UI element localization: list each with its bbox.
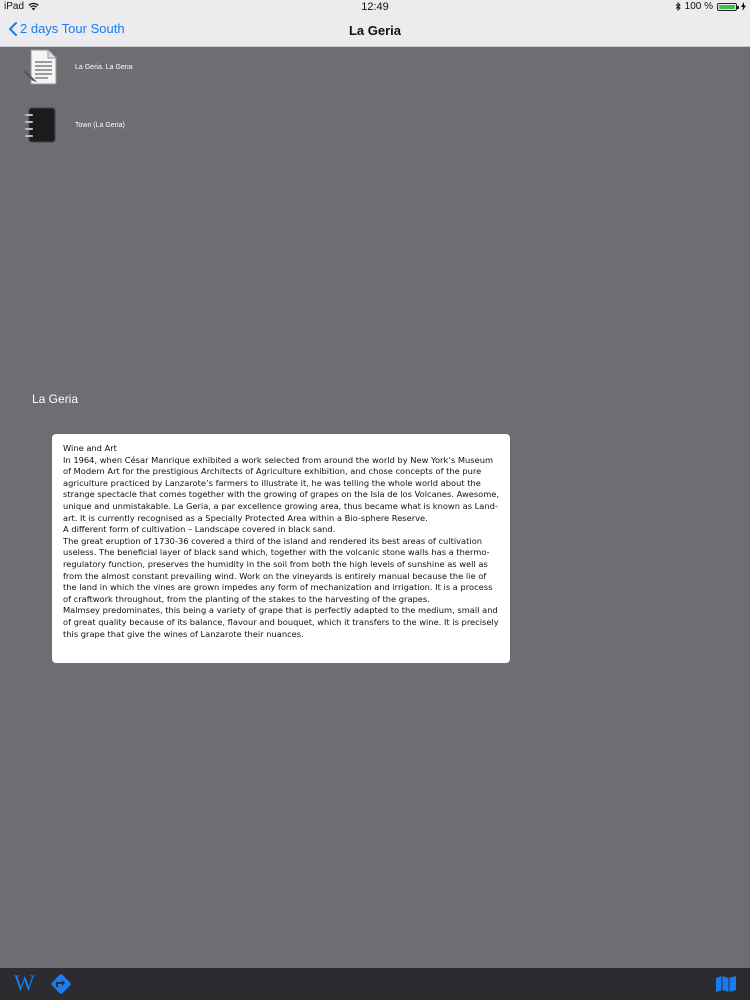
document-icon <box>24 49 57 85</box>
list-item-label: Town (La Geria) <box>75 121 125 129</box>
list-item-label: La Geria. La Geria <box>75 63 133 71</box>
status-right: 100 % <box>675 1 746 12</box>
directions-icon <box>51 974 71 994</box>
battery-icon <box>717 2 739 11</box>
description-paragraph: Malmsey predominates, this being a varie… <box>63 605 499 639</box>
list-item-document[interactable]: La Geria. La Geria <box>24 48 133 86</box>
bottom-toolbar: W <box>0 968 750 1000</box>
bluetooth-icon <box>675 2 681 11</box>
battery-percent: 100 % <box>684 1 713 12</box>
status-time: 12:49 <box>361 1 389 13</box>
map-icon <box>716 976 736 992</box>
status-bar: iPad 12:49 100 % <box>0 0 750 14</box>
page-title: La Geria <box>348 23 402 38</box>
description-paragraph: The great eruption of 1730-36 covered a … <box>63 535 493 604</box>
wikipedia-icon: W <box>14 970 35 995</box>
navigation-bar: 2 days Tour South La Geria <box>0 14 750 47</box>
charging-icon <box>741 2 746 11</box>
map-button[interactable] <box>715 975 737 998</box>
description-card[interactable]: Wine and Art In 1964, when César Manriqu… <box>52 434 510 663</box>
section-title: La Geria <box>32 392 79 406</box>
notebook-icon <box>25 107 56 143</box>
list-item-notebook[interactable]: Town (La Geria) <box>24 106 125 144</box>
description-paragraph: In 1964, when César Manrique exhibited a… <box>63 454 500 523</box>
description-heading: Wine and Art <box>63 443 117 453</box>
wikipedia-button[interactable]: W <box>14 971 35 995</box>
description-paragraph: A different form of cultivation – Landsc… <box>63 524 336 535</box>
description-text: Wine and Art In 1964, when César Manriqu… <box>52 434 510 640</box>
directions-button[interactable] <box>50 973 72 1000</box>
